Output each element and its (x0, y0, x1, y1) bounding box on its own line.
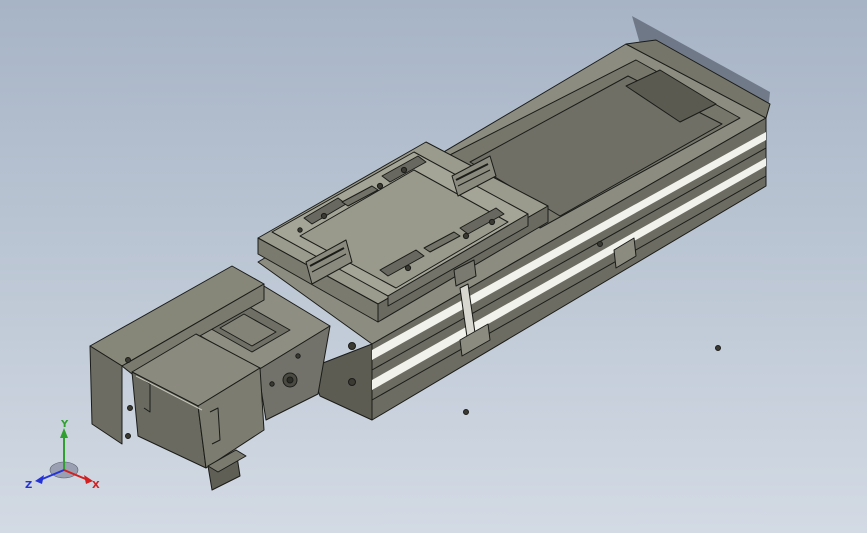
rail-end-hole-1 (348, 342, 356, 350)
coupling-hole-3 (127, 405, 133, 411)
linear-actuator-module-icon[interactable] (0, 0, 867, 533)
triad-label-z: Z (25, 480, 32, 491)
carriage-hole-7 (297, 227, 303, 233)
carriage-hole-2 (376, 182, 384, 190)
adapter-bore-inner (286, 376, 294, 384)
carriage-hole-1 (320, 212, 328, 220)
triad-label-x: X (92, 480, 100, 491)
coupling-hole-1 (125, 357, 131, 363)
coordinate-triad-icon[interactable]: Y X Z (22, 418, 106, 498)
carriage-hole-6 (488, 218, 496, 226)
rail-side-hole-3 (715, 345, 721, 351)
rail-end-hole-2 (348, 378, 356, 386)
carriage-hole-5 (462, 232, 470, 240)
graphics-viewport[interactable]: Y X Z (0, 0, 867, 533)
triad-label-y: Y (60, 419, 69, 430)
rail-side-hole-1 (463, 409, 469, 415)
coupling-hole-2 (125, 433, 131, 439)
carriage-hole-3 (400, 166, 408, 174)
carriage-hole-4 (404, 264, 412, 272)
adapter-hole-1 (295, 353, 301, 359)
rail-side-hole-2 (597, 241, 603, 247)
adapter-hole-2 (269, 381, 275, 387)
triad-arrow-z (35, 475, 44, 484)
